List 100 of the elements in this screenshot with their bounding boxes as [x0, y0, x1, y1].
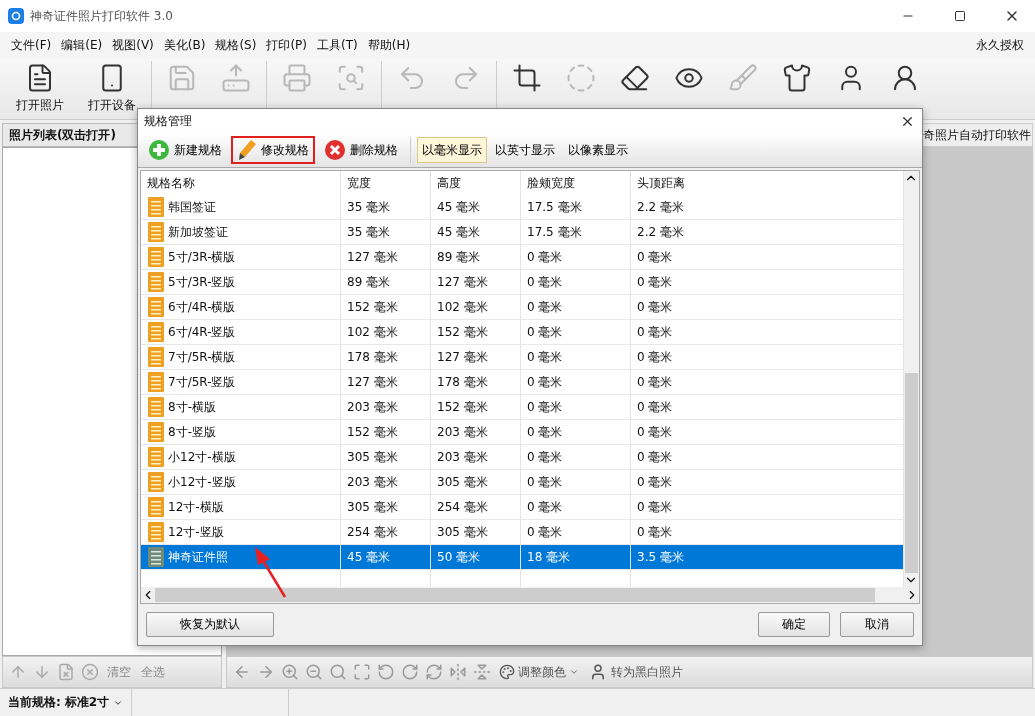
delete-icon — [324, 139, 346, 161]
floppy-upload-icon — [221, 63, 251, 93]
reset-button[interactable]: 恢复为默认 — [146, 612, 274, 637]
table-row[interactable]: 小12寸-竖版 203 毫米 305 毫米 0 毫米 0 毫米 — [141, 470, 904, 495]
status-value: 标准2寸 — [64, 694, 110, 711]
unit-tab[interactable]: 以像素显示 — [563, 137, 633, 163]
spec-name: 6寸/4R-竖版 — [168, 323, 236, 341]
table-row[interactable]: 8寸-横版 203 毫米 152 毫米 0 毫米 0 毫米 — [141, 395, 904, 420]
floppy-icon — [167, 63, 197, 93]
spec-name: 小12寸-横版 — [168, 448, 236, 466]
table-cell: 18 毫米 — [521, 545, 631, 570]
document-icon — [147, 346, 165, 368]
menu-item[interactable]: 帮助(H) — [362, 37, 416, 54]
menu-item[interactable]: 工具(T) — [312, 37, 363, 54]
window-title: 神奇证件照片打印软件 3.0 — [30, 7, 174, 25]
dialog-action-button[interactable]: 删除规格 — [318, 136, 404, 164]
document-icon — [147, 371, 165, 393]
menu-item[interactable]: 美化(B) — [158, 37, 211, 54]
document-icon — [147, 421, 165, 443]
table-row[interactable]: 小12寸-横版 305 毫米 203 毫米 0 毫米 0 毫米 — [141, 445, 904, 470]
grayscale-button[interactable]: 转为黑白照片 — [587, 663, 685, 681]
spec-name: 6寸/4R-横版 — [168, 298, 236, 316]
rotate-left-icon[interactable] — [377, 663, 395, 681]
spec-name: 5寸/3R-横版 — [168, 248, 236, 266]
crop-icon — [512, 63, 542, 93]
unit-tab[interactable]: 以毫米显示 — [417, 137, 487, 163]
spec-name: 神奇证件照 — [168, 548, 228, 566]
flip-vertical-icon[interactable] — [473, 663, 491, 681]
right-arrow-icon[interactable] — [257, 663, 275, 681]
document-icon — [147, 496, 165, 518]
person-icon — [589, 663, 607, 681]
spec-name: 新加坡签证 — [168, 223, 228, 241]
document-icon — [147, 321, 165, 343]
menu-item[interactable]: 打印(P) — [261, 37, 312, 54]
document-icon — [147, 221, 165, 243]
shirt-icon — [782, 63, 812, 93]
status-spec[interactable]: 当前规格: 标准2寸 — [0, 689, 133, 716]
spec-name: 韩国签证 — [168, 198, 216, 216]
spec-name: 12寸-横版 — [168, 498, 224, 516]
magnifier-document-icon — [336, 63, 366, 93]
cancel-button[interactable]: 取消 — [840, 612, 914, 637]
palette-icon — [499, 664, 515, 680]
document-icon — [147, 521, 165, 543]
plus-icon — [148, 139, 170, 161]
document-icon — [147, 196, 165, 218]
table-row[interactable]: 12寸-横版 305 毫米 254 毫米 0 毫米 0 毫米 — [141, 495, 904, 520]
vertical-scrollbar[interactable] — [904, 171, 919, 587]
brush-icon — [728, 63, 758, 93]
table-row[interactable]: 7寸/5R-竖版 127 毫米 178 毫米 0 毫米 0 毫米 — [141, 370, 904, 395]
table-row[interactable]: 神奇证件照 45 毫米 50 毫米 18 毫米 3.5 毫米 — [141, 545, 904, 570]
menu-item[interactable]: 编辑(E) — [56, 37, 108, 54]
table-cell: 45 毫米 — [341, 545, 431, 570]
table-row[interactable]: 韩国签证 35 毫米 45 毫米 17.5 毫米 2.2 毫米 — [141, 195, 904, 220]
table-row[interactable]: 新加坡签证 35 毫米 45 毫米 17.5 毫米 2.2 毫米 — [141, 220, 904, 245]
spec-name: 8寸-竖版 — [168, 423, 216, 441]
rotate-right-icon[interactable] — [401, 663, 419, 681]
table-row[interactable]: 5寸/3R-竖版 89 毫米 127 毫米 0 毫米 0 毫米 — [141, 270, 904, 295]
maximize-icon — [954, 10, 966, 22]
horizontal-scrollbar[interactable] — [141, 587, 919, 603]
unit-tab[interactable]: 以英寸显示 — [490, 137, 560, 163]
search-icon[interactable] — [329, 663, 347, 681]
dialog-action-button[interactable]: 修改规格 — [231, 136, 315, 164]
down-arrow-icon[interactable] — [33, 663, 51, 681]
adjust-color-button[interactable]: 调整颜色 — [497, 663, 581, 681]
document-icon — [147, 546, 165, 568]
zoom-out-icon[interactable] — [305, 663, 323, 681]
remove-icon[interactable] — [81, 663, 99, 681]
fit-icon[interactable] — [353, 663, 371, 681]
menu-item[interactable]: 文件(F) — [6, 37, 57, 54]
table-row[interactable]: 5寸/3R-横版 127 毫米 89 毫米 0 毫米 0 毫米 — [141, 245, 904, 270]
spec-name: 7寸/5R-竖版 — [168, 373, 236, 391]
flip-horizontal-icon[interactable] — [449, 663, 467, 681]
table-cell: 3.5 毫米 — [631, 545, 904, 570]
ok-button[interactable]: 确定 — [758, 612, 830, 637]
document-icon — [147, 271, 165, 293]
document-icon — [147, 471, 165, 493]
spec-name: 小12寸-竖版 — [168, 473, 236, 491]
banner-text: 奇照片自动打印软件 — [923, 126, 1031, 144]
table-row[interactable]: 6寸/4R-横版 152 毫米 102 毫米 0 毫米 0 毫米 — [141, 295, 904, 320]
app-logo-icon — [8, 8, 24, 24]
license-label: 永久授权 — [975, 37, 1025, 54]
pencil-icon — [237, 139, 257, 161]
document-icon — [147, 246, 165, 268]
table-row[interactable]: 6寸/4R-竖版 102 毫米 152 毫米 0 毫米 0 毫米 — [141, 320, 904, 345]
table-row[interactable]: 8寸-竖版 152 毫米 203 毫米 0 毫米 0 毫米 — [141, 420, 904, 445]
caret-icon — [569, 667, 579, 677]
printer-icon — [282, 63, 312, 93]
zoom-in-icon[interactable] — [281, 663, 299, 681]
delete-file-icon[interactable] — [57, 663, 75, 681]
refresh-icon[interactable] — [425, 663, 443, 681]
table-cell: 50 毫米 — [431, 545, 521, 570]
menu-item[interactable]: 规格(S) — [210, 37, 262, 54]
spec-name: 12寸-竖版 — [168, 523, 224, 541]
eraser-icon — [620, 63, 650, 93]
table-row[interactable]: 7寸/5R-横版 178 毫米 127 毫米 0 毫米 0 毫米 — [141, 345, 904, 370]
toolbar-button[interactable]: 打开照片 — [4, 61, 76, 116]
menu-item[interactable]: 视图(V) — [107, 37, 159, 54]
status-label: 当前规格: — [8, 694, 61, 711]
ring-icon — [566, 63, 596, 93]
table-row[interactable]: 12寸-竖版 254 毫米 305 毫米 0 毫米 0 毫米 — [141, 520, 904, 545]
